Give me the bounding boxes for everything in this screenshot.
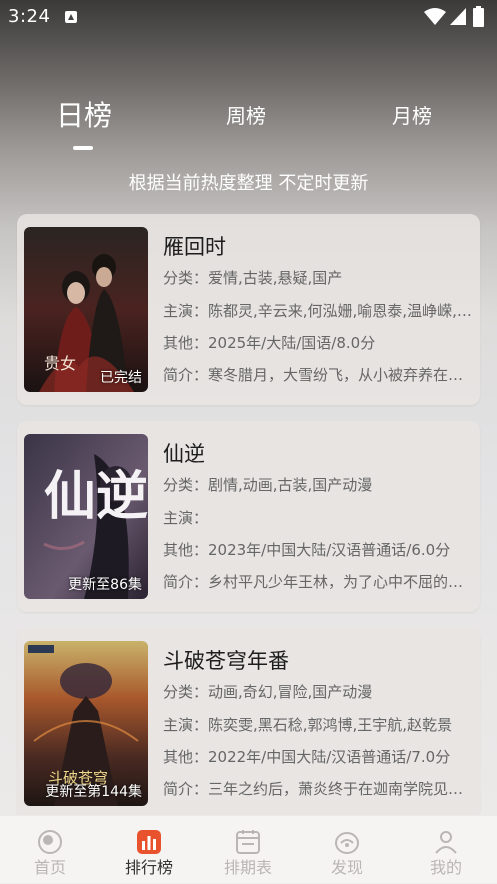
card-title[interactable]: 雁回时 <box>163 231 226 261</box>
nav-label: 发现 <box>330 858 363 877</box>
cast-text: 主演：陈都灵,辛云来,何泓姗,喻恩泰,温峥嵘,刘奕铁 <box>163 302 474 320</box>
status-time: 3:24 <box>8 6 51 27</box>
tab-indicator <box>73 146 93 150</box>
poster-title-art: 贵女 <box>44 354 76 373</box>
nav-label: 首页 <box>33 858 66 877</box>
ranking-card[interactable]: 贵女 已完结 雁回时 分类：爱情,古装,悬疑,国产 主演：陈都灵,辛云来,何泓姗… <box>17 214 480 405</box>
bottom-nav: 首页 排行榜 排期表 发现 我的 <box>0 815 497 884</box>
wifi-icon <box>424 8 446 25</box>
intro-text: 简介：三年之约后，萧炎终于在迦南学院见到了薰儿 <box>163 780 474 798</box>
other-info-text: 其他：2022年/中国大陆/汉语普通话/7.0分 <box>163 748 451 766</box>
poster-image[interactable]: 斗破苍穹 更新至第144集 <box>24 641 148 806</box>
schedule-icon <box>236 830 260 854</box>
signal-icon <box>450 8 466 25</box>
battery-icon <box>473 6 484 27</box>
nav-label: 排期表 <box>223 858 272 877</box>
nav-profile[interactable]: 我的 <box>406 816 486 884</box>
status-bar: 3:24 <box>0 0 497 34</box>
poster-image[interactable]: 贵女 已完结 <box>24 227 148 392</box>
genre-text: 分类：爱情,古装,悬疑,国产 <box>163 269 343 287</box>
cast-text: 主演： <box>163 509 209 527</box>
nav-ranking[interactable]: 排行榜 <box>109 816 189 884</box>
poster-image[interactable]: 仙逆 更新至86集 <box>24 434 148 599</box>
nav-schedule[interactable]: 排期表 <box>208 816 288 884</box>
home-icon <box>38 830 62 854</box>
notification-icon <box>65 11 77 23</box>
nav-label: 我的 <box>429 858 462 877</box>
ranking-subtitle: 根据当前热度整理 不定时更新 <box>128 173 369 194</box>
nav-label: 排行榜 <box>124 858 173 877</box>
card-title[interactable]: 斗破苍穹年番 <box>163 645 289 675</box>
genre-text: 分类：剧情,动画,古装,国产动漫 <box>163 476 373 494</box>
intro-text: 简介：乡村平凡少年王林，为了心中不屈的执念 <box>163 573 474 591</box>
genre-text: 分类：动画,奇幻,冒险,国产动漫 <box>163 683 373 701</box>
discover-icon <box>335 832 359 854</box>
ranking-icon <box>137 830 161 854</box>
cast-text: 主演：陈奕雯,黑石稔,郭鸿博,王宇航,赵乾景 <box>163 716 453 734</box>
status-badge: 更新至第144集 <box>45 784 142 800</box>
other-info-text: 其他：2023年/中国大陆/汉语普通话/6.0分 <box>163 541 451 559</box>
status-badge: 更新至86集 <box>68 577 142 593</box>
tab-monthly[interactable]: 月榜 <box>392 100 432 129</box>
card-title[interactable]: 仙逆 <box>163 438 205 468</box>
other-info-text: 其他：2025年/大陆/国语/8.0分 <box>163 334 376 352</box>
tab-daily[interactable]: 日榜 <box>56 94 112 134</box>
ranking-card[interactable]: 仙逆 更新至86集 仙逆 分类：剧情,动画,古装,国产动漫 主演： 其他：202… <box>17 421 480 612</box>
nav-discover[interactable]: 发现 <box>307 816 387 884</box>
poster-title-art: 仙逆 <box>44 466 148 527</box>
ranking-tabs: 日榜 周榜 月榜 <box>0 99 497 152</box>
nav-home[interactable]: 首页 <box>10 816 90 884</box>
ranking-card[interactable]: 斗破苍穹 更新至第144集 斗破苍穹年番 分类：动画,奇幻,冒险,国产动漫 主演… <box>17 628 480 819</box>
tab-weekly[interactable]: 周榜 <box>226 100 266 129</box>
intro-text: 简介：寒冬腊月，大雪纷飞，从小被弃养在庄子上的庄寒雁 <box>163 366 474 384</box>
status-badge: 已完结 <box>100 370 142 386</box>
profile-icon <box>435 831 457 854</box>
